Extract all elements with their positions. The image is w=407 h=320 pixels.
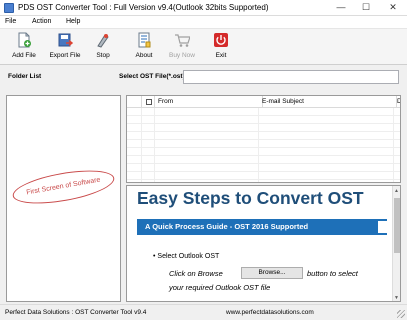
select-ost-label: Select OST File(*.ost) : [119, 73, 189, 80]
table-row [127, 124, 400, 132]
column-header-1[interactable] [127, 96, 142, 108]
mail-grid-header: From E-mail Subject D [127, 96, 400, 108]
band-tab [378, 221, 387, 233]
export-file-button[interactable]: Export File [46, 31, 84, 63]
add-file-label: Add File [12, 52, 36, 59]
step-line-prefix: Click on Browse [169, 269, 223, 278]
close-button[interactable]: ✕ [382, 0, 404, 15]
preview-pane[interactable]: Easy Steps to Convert OST A Quick Proces… [126, 185, 401, 302]
scroll-down-icon[interactable]: ▼ [394, 295, 399, 301]
buy-now-label: Buy Now [168, 52, 195, 59]
file-selection-row: Folder List Select OST File(*.ost) : [0, 66, 407, 88]
buy-now-button[interactable]: Buy Now [164, 31, 200, 63]
select-all-checkbox[interactable] [146, 99, 152, 105]
exit-label: Exit [215, 52, 227, 59]
add-file-icon [18, 32, 31, 48]
window-title: PDS OST Converter Tool : Full Version v9… [18, 3, 269, 12]
minimize-button[interactable]: — [330, 0, 352, 15]
column-header-from[interactable]: From [155, 96, 263, 108]
scroll-up-icon[interactable]: ▲ [394, 188, 399, 194]
mail-list-grid[interactable]: From E-mail Subject D [126, 95, 401, 183]
ost-file-path-field[interactable] [183, 70, 399, 84]
app-icon [4, 3, 14, 13]
stop-label: Stop [96, 52, 110, 59]
about-icon [138, 32, 151, 48]
scroll-thumb[interactable] [394, 198, 400, 253]
title-bar: PDS OST Converter Tool : Full Version v9… [0, 0, 407, 16]
preview-scrollbar[interactable]: ▲ ▼ [392, 186, 400, 301]
menu-file[interactable]: File [5, 18, 16, 25]
column-header-date[interactable]: D [394, 96, 400, 108]
step-line-2: your required Outlook OST file [169, 283, 271, 292]
export-file-icon [58, 33, 73, 47]
table-row [127, 140, 400, 148]
browse-button[interactable]: Browse... [241, 267, 303, 279]
about-label: About [135, 52, 153, 59]
step-bullet-text: Select Outlook OST [157, 253, 220, 260]
status-product: Perfect Data Solutions : OST Converter T… [5, 309, 147, 316]
stamp-text: First Screen of Software [25, 176, 101, 197]
step-line-suffix: button to select [307, 269, 358, 278]
guide-band-text: A Quick Process Guide - OST 2016 Support… [145, 222, 309, 231]
add-file-button[interactable]: Add File [4, 31, 44, 63]
screen-stamp: First Screen of Software [10, 164, 117, 210]
about-button[interactable]: About [128, 31, 160, 63]
table-row [127, 148, 400, 156]
folder-tree-pane[interactable]: First Screen of Software [6, 95, 121, 302]
resize-grip-icon[interactable] [397, 310, 405, 318]
power-icon [214, 33, 228, 47]
table-row [127, 164, 400, 172]
cart-icon [175, 34, 190, 47]
maximize-button[interactable]: ☐ [355, 0, 377, 15]
menu-bar: File Action Help [0, 16, 407, 29]
toolbar: Add File Export File Stop About Buy Now [0, 29, 407, 65]
stop-icon [97, 34, 109, 48]
table-row [127, 108, 400, 116]
folder-list-label: Folder List [8, 73, 42, 80]
step-bullet: • Select Outlook OST [153, 253, 220, 260]
status-bar: Perfect Data Solutions : OST Converter T… [0, 304, 407, 320]
guide-band: A Quick Process Guide - OST 2016 Support… [137, 219, 387, 235]
preview-content: Easy Steps to Convert OST A Quick Proces… [137, 186, 392, 301]
exit-button[interactable]: Exit [206, 31, 236, 63]
table-row [127, 132, 400, 140]
column-header-subject[interactable]: E-mail Subject [259, 96, 397, 108]
table-row [127, 172, 400, 180]
table-row [127, 116, 400, 124]
menu-action[interactable]: Action [32, 18, 51, 25]
stop-button[interactable]: Stop [88, 31, 118, 63]
preview-heading: Easy Steps to Convert OST [137, 188, 364, 208]
table-row [127, 156, 400, 164]
menu-help[interactable]: Help [66, 18, 80, 25]
column-header-select[interactable] [142, 96, 155, 108]
status-website-link[interactable]: www.perfectdatasolutions.com [226, 309, 314, 316]
export-file-label: Export File [49, 52, 81, 59]
